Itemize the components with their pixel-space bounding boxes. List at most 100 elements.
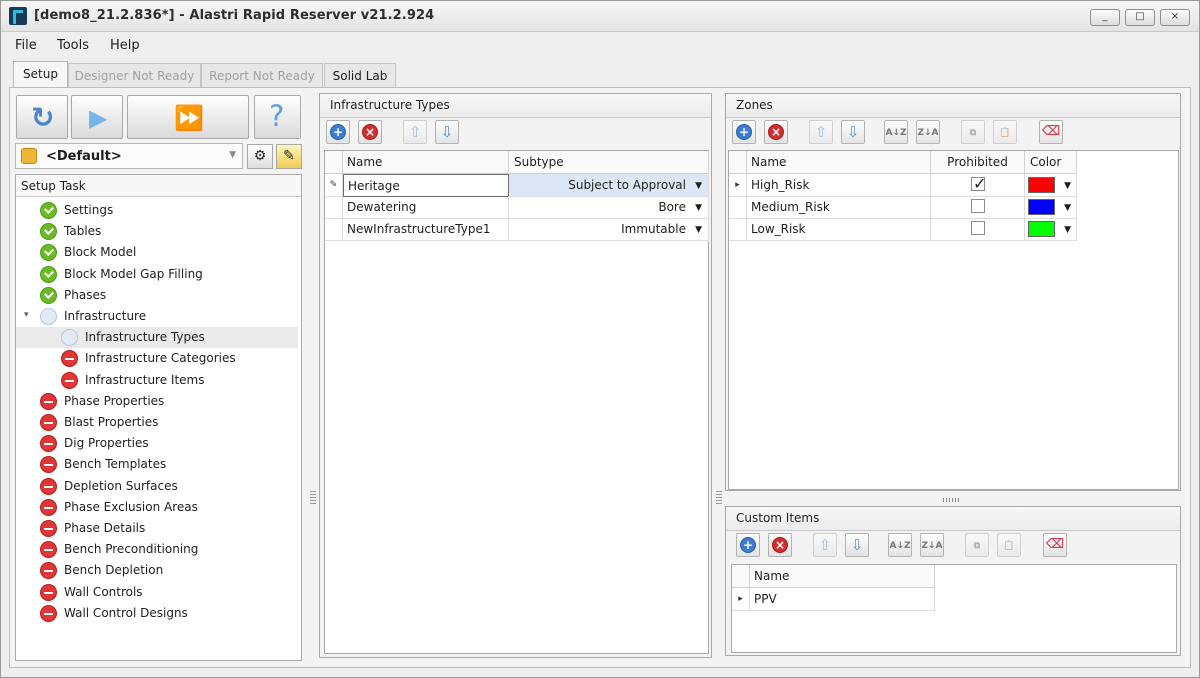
zones-sort-descending-button[interactable]: Z↓A bbox=[916, 120, 940, 144]
infrastructure-type-name-cell[interactable]: Heritage bbox=[343, 174, 509, 197]
custom-items-sort-descending-button[interactable]: Z↓A bbox=[920, 533, 944, 557]
infrastructure-type-name-cell[interactable]: NewInfrastructureType1 bbox=[343, 218, 509, 241]
column-prohibited-header[interactable]: Prohibited bbox=[931, 151, 1025, 174]
zone-name-cell[interactable]: High_Risk bbox=[747, 174, 931, 197]
prohibited-checkbox[interactable] bbox=[971, 199, 985, 213]
column-subtype-header[interactable]: Subtype bbox=[509, 151, 709, 174]
setup-task-title: Setup Task bbox=[21, 179, 86, 193]
prohibited-checkbox[interactable] bbox=[971, 174, 986, 195]
setup-task-blast-properties[interactable]: Blast Properties bbox=[16, 412, 298, 433]
zone-name-cell[interactable]: Medium_Risk bbox=[747, 196, 931, 219]
remove-icon: × bbox=[362, 124, 378, 140]
maximize-button[interactable]: □ bbox=[1125, 9, 1155, 26]
expand-chevron-icon[interactable]: ▾ bbox=[24, 310, 29, 320]
zone-color-picker[interactable]: ▼ bbox=[1025, 174, 1077, 197]
menu-file[interactable]: File bbox=[15, 38, 37, 53]
setup-task-block-model[interactable]: Block Model bbox=[16, 242, 298, 263]
prohibited-checkbox[interactable] bbox=[971, 221, 985, 235]
column-name-header[interactable]: Name bbox=[750, 565, 935, 588]
subtype-value: Immutable bbox=[621, 222, 686, 236]
infrastructure-type-subtype-dropdown[interactable]: Immutable ▼ bbox=[509, 218, 709, 241]
sort-ascending-icon: A↓Z bbox=[885, 128, 907, 138]
run-all-button[interactable]: ⏩ bbox=[127, 95, 249, 139]
infrastructure-type-name-cell[interactable]: Dewatering bbox=[343, 196, 509, 219]
column-name-header[interactable]: Name bbox=[747, 151, 931, 174]
eraser-icon: ⌫ bbox=[1041, 124, 1061, 139]
custom-item-name-cell[interactable]: PPV bbox=[750, 588, 935, 611]
refresh-button[interactable]: ↻ bbox=[16, 95, 68, 139]
setup-task-phases[interactable]: Phases bbox=[16, 285, 298, 306]
zone-name-cell[interactable]: Low_Risk bbox=[747, 218, 931, 241]
profile-notes-button[interactable]: ✎ bbox=[276, 144, 302, 169]
tab-report[interactable]: Report Not Ready bbox=[201, 63, 323, 88]
custom-items-remove-button[interactable]: × bbox=[768, 533, 792, 557]
setup-task-wall-controls[interactable]: Wall Controls bbox=[16, 582, 298, 603]
setup-task-wall-control-designs[interactable]: Wall Control Designs bbox=[16, 603, 298, 624]
column-name-header[interactable]: Name bbox=[343, 151, 509, 174]
setup-task-bench-templates[interactable]: Bench Templates bbox=[16, 454, 298, 475]
minimize-button[interactable]: _ bbox=[1090, 9, 1120, 26]
right-splitter-handle[interactable] bbox=[943, 498, 961, 502]
pending-circle-icon bbox=[40, 308, 57, 325]
custom-items-paste-button[interactable]: 📋 bbox=[997, 533, 1021, 557]
run-button[interactable]: ▶ bbox=[71, 95, 123, 139]
setup-task-phase-exclusion-areas[interactable]: Phase Exclusion Areas bbox=[16, 497, 298, 518]
center-splitter-handle[interactable] bbox=[716, 491, 722, 505]
setup-task-infrastructure[interactable]: ▾ Infrastructure bbox=[16, 306, 298, 327]
tab-setup[interactable]: Setup bbox=[13, 61, 68, 88]
zones-remove-button[interactable]: × bbox=[764, 120, 788, 144]
menu-bar: File Tools Help bbox=[1, 33, 1199, 59]
close-button[interactable]: × bbox=[1160, 9, 1190, 26]
zones-move-up-button[interactable]: ⇧ bbox=[809, 120, 833, 144]
setup-task-bench-depletion[interactable]: Bench Depletion bbox=[16, 560, 298, 581]
menu-tools[interactable]: Tools bbox=[57, 38, 89, 53]
zones-move-down-button[interactable]: ⇩ bbox=[841, 120, 865, 144]
column-color-header[interactable]: Color bbox=[1025, 151, 1077, 174]
zones-clear-button[interactable]: ⌫ bbox=[1039, 120, 1063, 144]
move-down-button[interactable]: ⇩ bbox=[435, 120, 459, 144]
profile-settings-button[interactable]: ⚙ bbox=[247, 144, 273, 169]
custom-items-clear-button[interactable]: ⌫ bbox=[1043, 533, 1067, 557]
zones-title: Zones bbox=[736, 98, 773, 112]
zones-sort-ascending-button[interactable]: A↓Z bbox=[884, 120, 908, 144]
error-stop-icon bbox=[40, 414, 57, 431]
zones-copy-button[interactable]: ⧉ bbox=[961, 120, 985, 144]
zone-color-picker[interactable]: ▼ bbox=[1025, 218, 1077, 241]
setup-task-bench-preconditioning[interactable]: Bench Preconditioning bbox=[16, 539, 298, 560]
remove-infrastructure-type-button[interactable]: × bbox=[358, 120, 382, 144]
setup-task-infrastructure-types[interactable]: Infrastructure Types bbox=[16, 327, 298, 349]
complete-check-icon bbox=[40, 244, 57, 262]
error-stop-icon bbox=[40, 604, 57, 622]
setup-task-tables[interactable]: Tables bbox=[16, 221, 298, 242]
infrastructure-type-subtype-dropdown[interactable]: Bore ▼ bbox=[509, 196, 709, 219]
setup-task-infrastructure-categories[interactable]: Infrastructure Categories bbox=[16, 348, 298, 369]
custom-items-copy-button[interactable]: ⧉ bbox=[965, 533, 989, 557]
zones-add-button[interactable]: + bbox=[732, 120, 756, 144]
move-up-button[interactable]: ⇧ bbox=[403, 120, 427, 144]
custom-items-move-up-button[interactable]: ⇧ bbox=[813, 533, 837, 557]
setup-task-block-model-gap-filling[interactable]: Block Model Gap Filling bbox=[16, 264, 298, 285]
add-infrastructure-type-button[interactable]: + bbox=[326, 120, 350, 144]
setup-task-infrastructure-items[interactable]: Infrastructure Items bbox=[16, 370, 298, 391]
left-splitter-handle[interactable] bbox=[310, 491, 316, 505]
row-indicator bbox=[729, 196, 747, 219]
custom-items-add-button[interactable]: + bbox=[736, 533, 760, 557]
complete-check-icon bbox=[40, 286, 57, 304]
tab-designer[interactable]: Designer Not Ready bbox=[68, 63, 201, 88]
setup-task-dig-properties[interactable]: Dig Properties bbox=[16, 433, 298, 454]
setup-task-phase-details[interactable]: Phase Details bbox=[16, 518, 298, 539]
tab-solid-lab[interactable]: Solid Lab bbox=[324, 63, 396, 88]
custom-items-move-down-button[interactable]: ⇩ bbox=[845, 533, 869, 557]
setup-task-label: Dig Properties bbox=[64, 436, 149, 451]
profile-selector[interactable]: <Default> ▼ bbox=[15, 143, 243, 169]
setup-task-depletion-surfaces[interactable]: Depletion Surfaces bbox=[16, 476, 298, 497]
setup-task-phase-properties[interactable]: Phase Properties bbox=[16, 391, 298, 412]
custom-items-sort-ascending-button[interactable]: A↓Z bbox=[888, 533, 912, 557]
help-button[interactable]: ? bbox=[254, 95, 301, 139]
row-indicator bbox=[325, 196, 343, 219]
menu-help[interactable]: Help bbox=[110, 38, 140, 53]
zones-paste-button[interactable]: 📋 bbox=[993, 120, 1017, 144]
zone-color-picker[interactable]: ▼ bbox=[1025, 196, 1077, 219]
infrastructure-type-subtype-dropdown[interactable]: Subject to Approval ▼ bbox=[509, 174, 709, 197]
setup-task-settings[interactable]: Settings bbox=[16, 200, 298, 221]
